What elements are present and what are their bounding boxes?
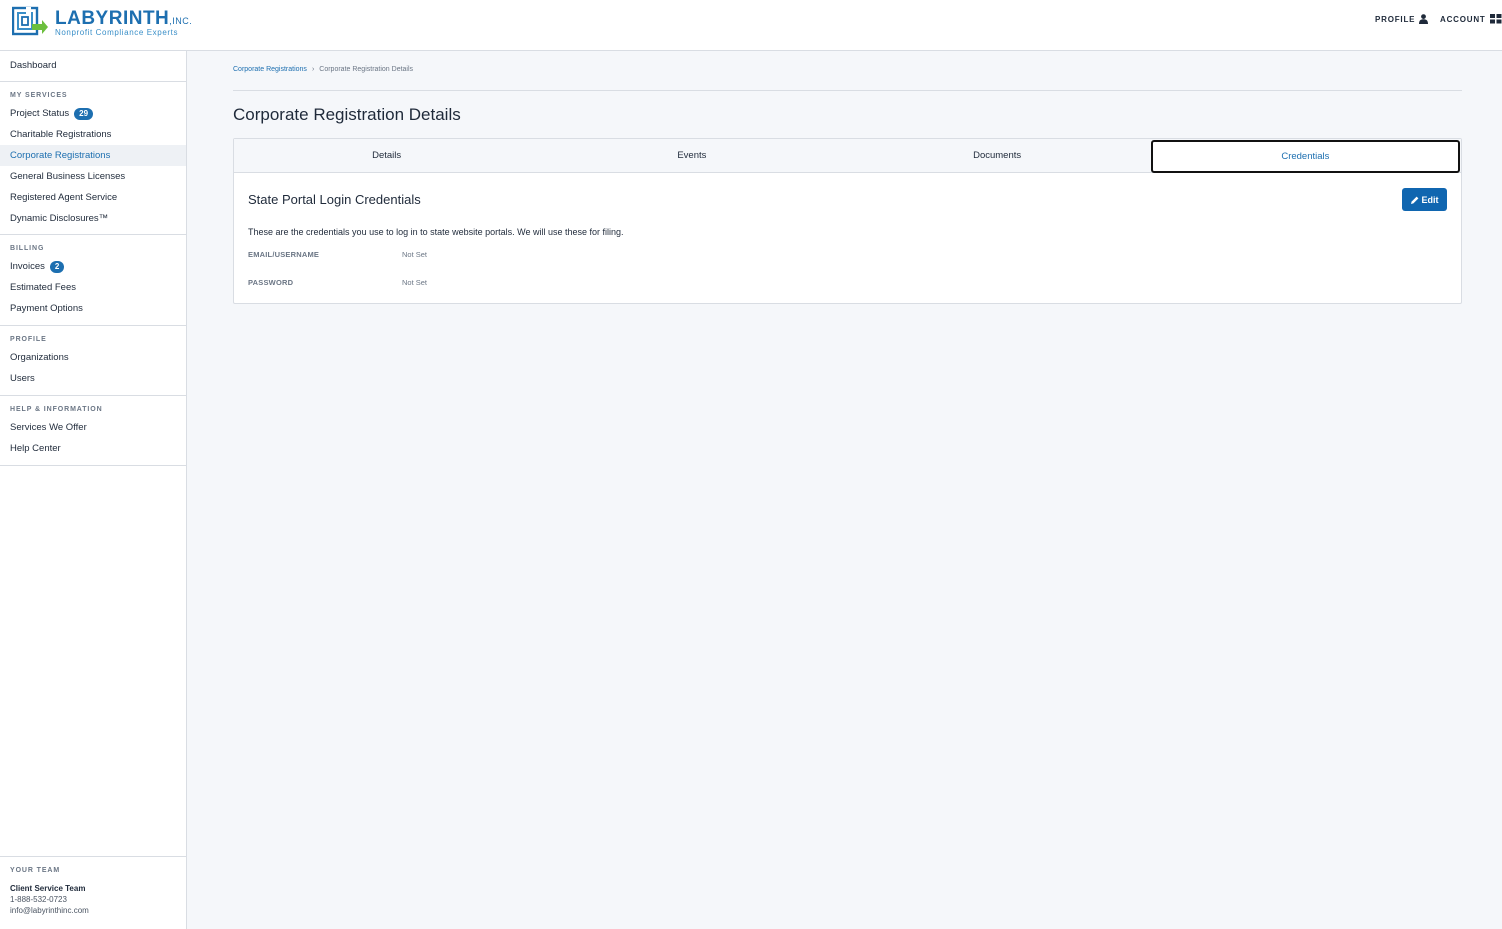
sidebar-item-organizations[interactable]: Organizations	[0, 347, 186, 368]
sidebar-item-label: Estimated Fees	[10, 282, 76, 293]
sidebar-item-label: Corporate Registrations	[10, 150, 111, 161]
page-title: Corporate Registration Details	[233, 105, 461, 124]
sidebar-heading: PROFILE	[10, 336, 47, 343]
tab-credentials[interactable]: Credentials	[1150, 140, 1460, 173]
sidebar-item-label: General Business Licenses	[10, 171, 126, 182]
sidebar-item-invoices[interactable]: Invoices 2	[0, 256, 186, 277]
credential-row-email: EMAIL/USERNAME Not Set	[248, 250, 427, 259]
tab-label: Events	[677, 150, 707, 161]
edit-button-label: Edit	[1421, 194, 1439, 205]
tab-events[interactable]: Events	[539, 139, 844, 172]
edit-button[interactable]: Edit	[1402, 188, 1447, 211]
sidebar-section-dashboard: Dashboard	[0, 51, 186, 82]
account-menu[interactable]: ACCOUNT	[1440, 14, 1502, 24]
sidebar-item-label: Dynamic Disclosures™	[10, 213, 109, 224]
sidebar-item-label: Charitable Registrations	[10, 129, 112, 140]
header-divider	[233, 90, 1462, 91]
profile-label: PROFILE	[1375, 14, 1416, 24]
breadcrumb-separator: ›	[311, 66, 315, 73]
sidebar-item-label: Dashboard	[10, 60, 57, 71]
credential-value: Not Set	[402, 278, 428, 287]
sidebar-item-label: Services We Offer	[10, 422, 87, 433]
tab-details[interactable]: Details	[234, 139, 539, 172]
sidebar-section-my-services: MY SERVICES Project Status 29 Charitable…	[0, 82, 186, 235]
labyrinth-logo[interactable]: LABYRINTH,INC. Nonprofit Compliance Expe…	[12, 6, 192, 42]
sidebar-section-profile: PROFILE Organizations Users	[0, 326, 186, 396]
tab-documents[interactable]: Documents	[845, 139, 1150, 172]
profile-menu[interactable]: PROFILE	[1375, 14, 1429, 24]
sidebar-item-label: Project Status	[10, 108, 70, 119]
tab-label: Credentials	[1281, 151, 1330, 162]
breadcrumb-link-corporate-registrations[interactable]: Corporate Registrations	[233, 66, 307, 73]
tab-label: Documents	[973, 150, 1022, 161]
brand-tagline: Nonprofit Compliance Experts	[55, 28, 179, 37]
team-phone[interactable]: 1-888-532-0723	[10, 895, 176, 904]
sidebar-item-label: Help Center	[10, 443, 61, 454]
sidebar-item-charitable-registrations[interactable]: Charitable Registrations	[0, 124, 186, 145]
sidebar-item-project-status[interactable]: Project Status 29	[0, 103, 186, 124]
credentials-title: State Portal Login Credentials	[248, 192, 421, 207]
sidebar-heading: YOUR TEAM	[10, 867, 61, 874]
sidebar-item-payment-options[interactable]: Payment Options	[0, 298, 186, 319]
project-status-count-badge: 29	[74, 107, 94, 120]
your-team-panel: YOUR TEAM Client Service Team 1-888-532-…	[0, 856, 186, 929]
team-name: Client Service Team	[10, 884, 86, 893]
sidebar-item-label: Registered Agent Service	[10, 192, 118, 203]
account-label: ACCOUNT	[1440, 14, 1486, 24]
sidebar-item-label: Payment Options	[10, 303, 83, 314]
sidebar-item-label: Invoices	[10, 261, 45, 272]
sidebar-item-label: Users	[10, 373, 35, 384]
sidebar-heading: HELP & INFORMATION	[10, 406, 103, 413]
invoices-count-badge: 2	[49, 260, 65, 273]
tab-label: Details	[372, 150, 402, 161]
credentials-description: These are the credentials you use to log…	[248, 227, 624, 237]
sidebar-heading: BILLING	[10, 245, 45, 252]
credential-row-password: PASSWORD Not Set	[248, 278, 427, 287]
top-header: LABYRINTH,INC. Nonprofit Compliance Expe…	[0, 0, 1502, 51]
breadcrumb-current: Corporate Registration Details	[319, 66, 414, 73]
sidebar-item-label: Organizations	[10, 352, 69, 363]
user-icon	[1419, 14, 1429, 24]
credential-value: Not Set	[402, 250, 428, 259]
tab-bar: Details Events Documents Credentials	[234, 139, 1461, 173]
registration-details-card: Details Events Documents Credentials Sta…	[233, 138, 1462, 304]
sidebar-item-corporate-registrations[interactable]: Corporate Registrations	[0, 145, 186, 166]
credential-label: EMAIL/USERNAME	[248, 250, 320, 259]
sidebar-item-dynamic-disclosures[interactable]: Dynamic Disclosures™	[0, 208, 186, 229]
brand-name: LABYRINTH,INC.	[55, 8, 193, 29]
pencil-icon	[1410, 196, 1418, 204]
sidebar-item-services-we-offer[interactable]: Services We Offer	[0, 417, 186, 438]
labyrinth-logo-icon	[12, 6, 48, 36]
sidebar-section-help: HELP & INFORMATION Services We Offer Hel…	[0, 396, 186, 466]
sidebar-item-help-center[interactable]: Help Center	[0, 438, 186, 459]
breadcrumb: Corporate Registrations › Corporate Regi…	[233, 66, 413, 73]
sidebar-item-dashboard[interactable]: Dashboard	[0, 55, 186, 76]
sidebar-item-estimated-fees[interactable]: Estimated Fees	[0, 277, 186, 298]
sidebar-item-general-business-licenses[interactable]: General Business Licenses	[0, 166, 186, 187]
credentials-panel: State Portal Login Credentials Edit Thes…	[234, 173, 1461, 303]
team-email[interactable]: info@labyrinthinc.com	[10, 906, 176, 915]
sidebar-item-registered-agent-service[interactable]: Registered Agent Service	[0, 187, 186, 208]
sidebar-item-users[interactable]: Users	[0, 368, 186, 389]
credential-label: PASSWORD	[248, 278, 294, 287]
sidebar: Dashboard MY SERVICES Project Status 29 …	[0, 51, 187, 929]
grid-icon	[1489, 14, 1502, 24]
sidebar-heading: MY SERVICES	[10, 92, 68, 99]
sidebar-section-billing: BILLING Invoices 2 Estimated Fees Paymen…	[0, 235, 186, 326]
